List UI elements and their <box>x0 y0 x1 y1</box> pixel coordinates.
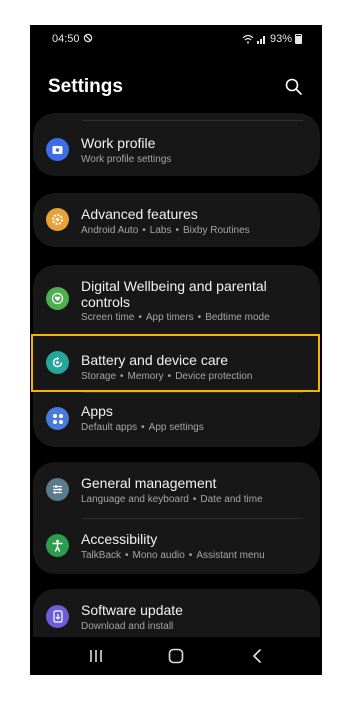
apps-grid-icon <box>46 407 69 430</box>
subtitle-part: Language and keyboard <box>81 494 189 505</box>
recents-icon <box>90 650 102 662</box>
settings-item-battery-device-care[interactable]: Battery and device care Storage • Memory • D… <box>33 335 320 391</box>
subtitle-part: Bixby Routines <box>182 225 250 236</box>
subtitle-part: Mono audio <box>132 550 185 561</box>
item-subtitle: Download and install <box>81 621 173 633</box>
subtitle-part: Bedtime mode <box>205 312 270 323</box>
item-subtitle: Screen time • App timers • Bedtime mode <box>81 312 270 324</box>
subtitle-part: App settings <box>148 422 204 433</box>
item-title: Software update <box>81 602 183 618</box>
settings-item-advanced-features[interactable]: Advanced features Android Auto • Labs • Bixb… <box>33 193 320 247</box>
gear-plus-icon <box>46 208 69 231</box>
settings-item-accessibility[interactable]: Accessibility TalkBack • Mono audio • Assist… <box>33 519 320 574</box>
subtitle-part: Storage <box>81 371 117 382</box>
bullet-separator: • <box>120 371 124 382</box>
bullet-separator: • <box>188 550 193 561</box>
software-update-icon <box>46 605 69 628</box>
refresh-circle-icon <box>46 351 69 374</box>
home-icon <box>168 648 184 664</box>
divider <box>83 120 303 121</box>
card-group-1: Work profile Work profile settings <box>33 113 320 176</box>
sliders-icon <box>46 478 69 501</box>
subtitle-part: Device protection <box>175 371 253 382</box>
item-subtitle: Storage • Memory • Device protection <box>81 371 252 383</box>
navigation-bar <box>30 637 322 675</box>
item-subtitle: Android Auto • Labs • Bixby Routines <box>81 225 250 237</box>
recents-button[interactable] <box>84 645 108 667</box>
item-title: Accessibility <box>81 531 158 547</box>
settings-item-work-profile[interactable]: Work profile Work profile settings <box>33 123 320 173</box>
item-title: Work profile <box>81 135 156 151</box>
subtitle-part: Date and time <box>200 494 263 505</box>
subtitle-part: Android Auto <box>81 225 139 236</box>
item-title: Battery and device care <box>81 352 229 368</box>
item-title-line-2: controls <box>81 294 131 310</box>
back-button[interactable] <box>246 645 270 667</box>
accessibility-icon <box>46 534 69 557</box>
subtitle-part: Work profile settings <box>81 154 172 165</box>
subtitle-part: App timers <box>145 312 194 323</box>
subtitle-part: Screen time <box>81 312 135 323</box>
bullet-separator: • <box>125 550 129 561</box>
subtitle-part: TalkBack <box>81 550 122 561</box>
back-icon <box>253 649 261 663</box>
item-subtitle: Work profile settings <box>81 154 171 166</box>
card-group-4: General management Language and keyboard… <box>33 462 320 574</box>
bullet-separator: • <box>167 371 172 382</box>
bullet-separator: • <box>197 312 202 323</box>
phone-screen: 04:50 93% Settings Work profile Work pro… <box>30 25 322 675</box>
work-profile-icon <box>46 138 69 161</box>
bullet-separator: • <box>192 494 197 505</box>
bullet-separator: • <box>175 225 179 236</box>
item-title: General management <box>81 475 217 491</box>
subtitle-part: Assistant menu <box>196 550 265 561</box>
item-title: Advanced features <box>81 206 198 222</box>
item-title: Digital Wellbeing and parental <box>81 278 267 294</box>
item-subtitle: TalkBack • Mono audio • Assistant menu <box>81 550 265 562</box>
heart-circle-icon <box>46 287 69 310</box>
home-button[interactable] <box>164 645 188 667</box>
subtitle-part: Download and install <box>81 621 174 632</box>
card-group-2: Advanced features Android Auto • Labs • Bixb… <box>33 193 320 247</box>
subtitle-part: Default apps <box>81 422 138 433</box>
settings-item-general-management[interactable]: General management Language and keyboard… <box>33 462 320 518</box>
card-group-3: Digital Wellbeing and parental controls … <box>33 265 320 447</box>
item-subtitle: Default apps • App settings <box>81 422 204 434</box>
bullet-separator: • <box>142 225 146 236</box>
settings-list: Work profile Work profile settings Advan… <box>30 25 322 675</box>
bullet-separator: • <box>138 312 142 323</box>
settings-item-digital-wellbeing[interactable]: Digital Wellbeing and parental controls … <box>33 265 320 331</box>
settings-item-software-update[interactable]: Software update Download and install <box>33 589 320 637</box>
item-subtitle: Language and keyboard • Date and time <box>81 494 263 506</box>
settings-item-apps[interactable]: Apps Default apps • App settings <box>33 393 320 447</box>
item-title: Apps <box>81 403 113 419</box>
subtitle-part: Memory <box>127 371 164 382</box>
subtitle-part: Labs <box>149 225 172 236</box>
bullet-separator: • <box>141 422 145 433</box>
